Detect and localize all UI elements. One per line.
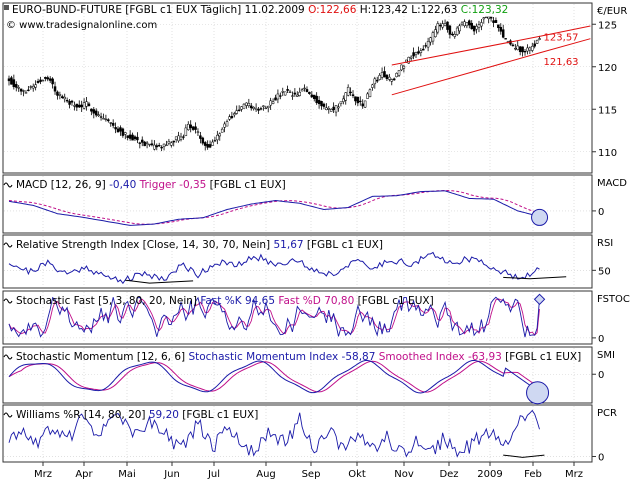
- candle: [283, 91, 287, 96]
- y-tick-label: 125: [598, 20, 617, 31]
- x-tick-label: Nov: [394, 469, 414, 480]
- y-tick-label: 110: [598, 148, 617, 159]
- price-axis-label: €/EUR: [597, 6, 627, 17]
- y-tick-label: 50: [598, 266, 611, 277]
- macd-axis-label: MACD: [597, 178, 627, 189]
- x-axis: Mrz Apr Mai Jun Jul Aug Sep Okt Nov Dez 2009 Feb Mrz: [34, 462, 583, 480]
- trend-label-upper: 123,57: [544, 32, 579, 43]
- price-header: EURO-BUND-FUTURE [FGBL c1 EUX Täglich] 1…: [12, 4, 508, 16]
- y-tick-label: 120: [598, 63, 617, 74]
- x-tick-label: Mai: [118, 469, 136, 480]
- x-tick-label: Feb: [524, 469, 542, 480]
- candle: [395, 72, 398, 78]
- x-tick-label: Okt: [348, 469, 366, 480]
- x-tick-label: Aug: [256, 469, 276, 480]
- trend-label-lower: 121,63: [544, 57, 579, 68]
- macd-highlight-circle: [531, 208, 549, 226]
- x-tick-label: Sep: [302, 469, 321, 480]
- watermark: © www.tradesignalonline.com: [6, 20, 157, 31]
- y-tick-label: 0: [598, 370, 604, 381]
- y-tick-label: 0: [598, 207, 604, 218]
- instrument-square-icon: [4, 5, 9, 10]
- candle: [363, 100, 367, 109]
- candle: [368, 88, 372, 98]
- x-tick-label: Dez: [439, 469, 458, 480]
- x-tick-label: Mrz: [565, 469, 583, 480]
- williams-header: Williams %R [14, 80, 20] 59,20 [FGBL c1 …: [16, 409, 258, 421]
- y-tick-label: 115: [598, 105, 617, 116]
- macd-header: MACD [12, 26, 9] -0,40 Trigger -0,35 [FG…: [16, 179, 286, 191]
- x-tick-label: Jul: [207, 469, 220, 480]
- candle: [535, 39, 539, 44]
- chart-svg: 123,57 121,63 110 115 120 125 €/EUR EURO-BUND-F…: [2, 2, 630, 480]
- smi-axis-label: SMI: [597, 350, 615, 361]
- candle: [504, 38, 507, 40]
- fstoch-header: Stochastic Fast [5, 3, 80, 20, Nein] Fas…: [16, 295, 434, 307]
- x-tick-label: Mrz: [34, 469, 52, 480]
- fstoch-axis-label: FSTOC: [597, 294, 630, 305]
- candle: [485, 16, 488, 19]
- rsi-header: Relative Strength Index [Close, 14, 30, …: [16, 239, 383, 251]
- rsi-axis-label: RSI: [597, 238, 613, 249]
- candle: [242, 103, 246, 109]
- y-tick-label: 0: [598, 334, 604, 345]
- williams-axis-label: PCR: [597, 408, 617, 419]
- smi-header: Stochastic Momentum [12, 6, 6] Stochasti…: [16, 351, 581, 363]
- candle: [400, 64, 403, 72]
- x-tick-label: Jun: [163, 469, 180, 480]
- y-tick-label: 0: [598, 452, 604, 463]
- smi-highlight-circle: [526, 381, 550, 405]
- x-tick-label: 2009: [477, 469, 502, 480]
- candle: [407, 56, 410, 64]
- x-tick-label: Apr: [75, 469, 93, 480]
